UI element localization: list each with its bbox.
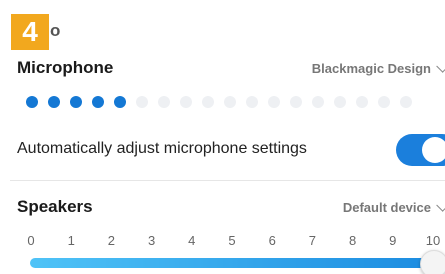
microphone-device-label: Blackmagic Design [311,61,431,76]
level-dot [378,96,390,108]
level-dot [400,96,412,108]
level-dot [356,96,368,108]
level-dot [334,96,346,108]
section-divider [10,180,445,181]
volume-scale-label: 6 [268,233,276,248]
level-dot [136,96,148,108]
level-dot [268,96,280,108]
volume-scale-label: 7 [308,233,316,248]
level-dot [158,96,170,108]
microphone-level-meter [26,96,412,110]
auto-adjust-toggle[interactable] [396,134,445,166]
volume-scale-label: 4 [188,233,196,248]
speakers-device-label: Default device [342,200,431,215]
level-dot [26,96,38,108]
level-dot [114,96,126,108]
speakers-device-dropdown[interactable]: Default device [342,199,445,215]
level-dot [48,96,60,108]
volume-scale-label: 8 [348,233,357,248]
level-dot [312,96,324,108]
speakers-title: Speakers [17,197,93,216]
level-dot [224,96,236,108]
section-heading-partial: o [50,21,61,40]
toggle-knob [422,137,445,163]
level-dot [246,96,258,108]
microphone-device-dropdown[interactable]: Blackmagic Design [311,60,445,76]
auto-adjust-label: Automatically adjust microphone settings [17,140,307,157]
volume-scale-label: 9 [389,233,397,248]
step-badge: 4 [11,14,49,50]
volume-scale-label: 0 [27,233,35,248]
volume-scale-label: 1 [67,233,75,248]
volume-scale-label: 10 [425,233,441,248]
volume-scale-label: 3 [147,233,156,248]
level-dot [180,96,192,108]
audio-settings-panel: 4 o Microphone Blackmagic Design Automat… [0,0,445,274]
level-dot [70,96,82,108]
chevron-down-icon [436,60,445,73]
level-dot [290,96,302,108]
level-dot [202,96,214,108]
volume-scale-label: 5 [228,233,236,248]
volume-slider-track[interactable] [30,258,440,268]
level-dot [92,96,104,108]
volume-slider-thumb[interactable] [420,250,445,274]
microphone-title: Microphone [17,58,114,77]
volume-scale-label: 2 [107,233,115,248]
chevron-down-icon [436,199,445,212]
